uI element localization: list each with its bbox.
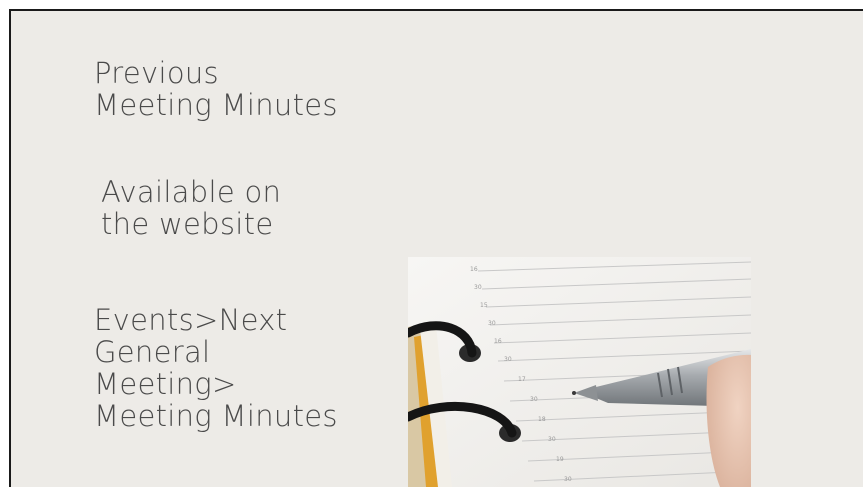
availability-line-2: the website <box>101 207 274 241</box>
svg-text:30: 30 <box>530 396 538 403</box>
svg-text:16: 16 <box>494 338 502 345</box>
svg-text:30: 30 <box>474 284 482 291</box>
availability-line-1: Available on <box>101 175 282 209</box>
planner-with-pen-image: 163015 301630 173018 301930 20 <box>408 257 751 487</box>
svg-text:30: 30 <box>504 356 512 363</box>
heading-text: Previous Meeting Minutes <box>94 57 338 121</box>
path-line-1: Events>Next <box>94 303 288 337</box>
svg-text:17: 17 <box>518 376 526 383</box>
heading-line-2: Meeting Minutes <box>94 88 338 122</box>
svg-text:16: 16 <box>470 266 478 273</box>
svg-text:30: 30 <box>564 476 572 483</box>
path-line-2: General <box>94 335 211 369</box>
svg-text:30: 30 <box>548 436 556 443</box>
navigation-path-text: Events>Next General Meeting> Meeting Min… <box>94 304 338 432</box>
svg-text:19: 19 <box>556 456 564 463</box>
svg-text:18: 18 <box>538 416 546 423</box>
availability-text: Available on the website <box>101 176 281 240</box>
svg-text:30: 30 <box>488 320 496 327</box>
planner-photo: 163015 301630 173018 301930 20 <box>408 257 751 487</box>
path-line-4: Meeting Minutes <box>94 399 338 433</box>
svg-text:15: 15 <box>480 302 488 309</box>
slide: Previous Meeting Minutes Available on th… <box>9 9 863 487</box>
heading-line-1: Previous <box>94 56 219 90</box>
path-line-3: Meeting> <box>94 367 237 401</box>
